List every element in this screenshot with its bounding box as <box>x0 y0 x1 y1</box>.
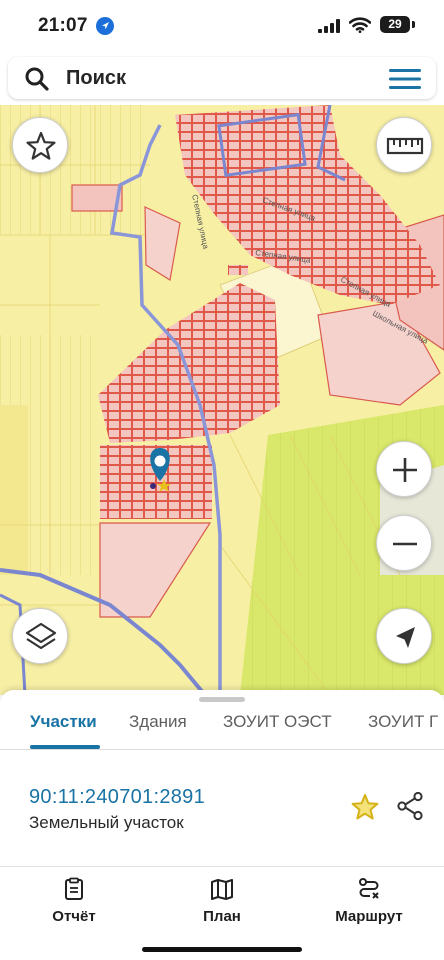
land-plot[interactable] <box>228 265 248 275</box>
route-icon <box>359 878 379 899</box>
ruler-icon <box>386 137 424 155</box>
cadastral-number[interactable]: 90:11:240701:2891 <box>29 786 205 809</box>
nav-plan-label: План <box>203 908 241 925</box>
parcel-type: Земельный участок <box>29 813 184 832</box>
tab-parcels[interactable]: Участки <box>30 712 97 732</box>
tab-zouit-oest[interactable]: ЗОУИТ ОЭСТ <box>223 712 332 732</box>
locate-me-button[interactable] <box>376 608 432 664</box>
ruler-button[interactable] <box>376 117 432 173</box>
battery-cap <box>412 21 415 28</box>
layers-button[interactable] <box>12 608 68 664</box>
map-field-area <box>0 405 28 575</box>
layers-icon <box>25 622 57 650</box>
search-input[interactable]: Поиск <box>66 67 126 90</box>
search-icon[interactable] <box>24 66 50 92</box>
tab-buildings[interactable]: Здания <box>129 712 187 732</box>
nav-route-label: Маршрут <box>335 908 403 925</box>
location-services-icon <box>96 17 114 35</box>
minus-icon <box>393 542 417 546</box>
share-icon[interactable] <box>395 791 425 821</box>
land-plot[interactable] <box>71 184 123 212</box>
hamburger-menu-icon[interactable] <box>389 68 421 90</box>
map-canvas[interactable]: Степная улица Степная улица Степная улиц… <box>0 105 444 695</box>
tab-zouit-g[interactable]: ЗОУИТ Г <box>368 712 438 732</box>
battery-level: 29 <box>380 16 410 33</box>
nav-report-label: Отчёт <box>52 908 96 925</box>
plus-icon <box>393 458 417 482</box>
parcel-info-sheet[interactable]: Участки Здания ЗОУИТ ОЭСТ ЗОУИТ Г 90:11:… <box>0 690 444 870</box>
search-bar[interactable]: Поиск <box>8 57 436 99</box>
nav-report[interactable]: Отчёт <box>19 877 129 925</box>
sheet-tabs: Участки Здания ЗОУИТ ОЭСТ ЗОУИТ Г <box>0 707 444 749</box>
wifi-icon <box>349 17 371 33</box>
star-outline-icon <box>26 131 56 160</box>
status-bar: 21:07 29 <box>0 0 444 54</box>
map-plan-icon <box>211 879 233 900</box>
status-time: 21:07 <box>38 15 88 36</box>
bottom-navigation: Отчёт План Маршрут <box>0 866 444 960</box>
cadastral-map[interactable]: Степная улица Степная улица Степная улиц… <box>0 105 444 695</box>
nav-route[interactable]: Маршрут <box>314 877 424 925</box>
zoom-out-button[interactable] <box>376 515 432 571</box>
sheet-grabber[interactable] <box>199 697 245 702</box>
report-icon <box>65 877 83 900</box>
tabs-divider <box>0 749 444 750</box>
cellular-signal-icon <box>318 19 340 33</box>
nav-plan[interactable]: План <box>167 877 277 925</box>
favorite-button[interactable] <box>12 117 68 173</box>
star-icon[interactable] <box>350 792 380 822</box>
navigation-arrow-icon <box>396 627 415 648</box>
home-indicator[interactable] <box>142 947 302 952</box>
zoom-in-button[interactable] <box>376 441 432 497</box>
